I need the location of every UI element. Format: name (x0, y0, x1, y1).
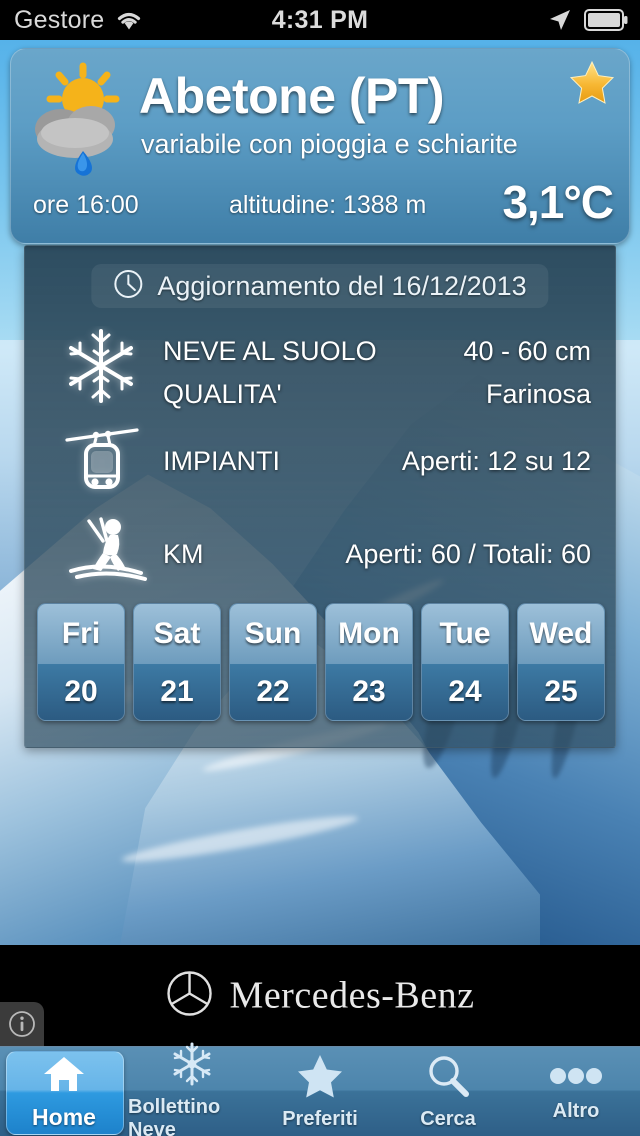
tab-label-bollettino-neve: Bollettino Neve (128, 1096, 221, 1136)
day-button[interactable]: Tue 24 (421, 603, 509, 721)
snowflake-icon (63, 326, 139, 411)
ad-info-button[interactable] (0, 1002, 44, 1046)
status-right (548, 8, 628, 32)
hour-label: ore 16:00 (33, 191, 139, 219)
tab-label-preferiti: Preferiti (282, 1107, 358, 1130)
day-button[interactable]: Sun 22 (229, 603, 317, 721)
star-icon (296, 1053, 344, 1104)
day-button[interactable]: Mon 23 (325, 603, 413, 721)
tab-bollettino-neve[interactable]: Bollettino Neve (128, 1042, 256, 1136)
stat-value-neve: 40 - 60 cm (463, 336, 591, 366)
snowflake-icon (169, 1041, 215, 1092)
status-bar: Gestore 4:31 PM (0, 0, 640, 40)
day-number: 22 (230, 664, 316, 720)
ad-brand-label: Mercedes-Benz (229, 974, 475, 1017)
stat-label-km: KM (163, 539, 204, 569)
tab-home[interactable]: Home (0, 1047, 128, 1136)
ad-logo: Mercedes-Benz (166, 969, 475, 1022)
stat-label-qualita: QUALITA' (163, 379, 282, 409)
page-title: Abetone (PT) (139, 68, 445, 124)
stat-label-neve: NEVE AL SUOLO (163, 336, 377, 366)
search-icon (425, 1053, 471, 1104)
mercedes-benz-star-icon (166, 969, 214, 1022)
app-screen: Gestore 4:31 PM Abetone (PT) variabile c… (0, 0, 640, 1136)
stat-label-impianti: IMPIANTI (163, 446, 281, 476)
day-number: 25 (518, 664, 604, 720)
day-name: Fri (38, 604, 124, 664)
clock-icon (113, 269, 143, 304)
location-arrow-icon (548, 8, 572, 32)
home-icon (41, 1053, 87, 1100)
stat-value-impianti: Aperti: 12 su 12 (401, 446, 591, 476)
tab-cerca[interactable]: Cerca (384, 1047, 512, 1136)
day-name: Sun (230, 604, 316, 664)
ellipsis-icon (548, 1061, 604, 1096)
day-name: Wed (518, 604, 604, 664)
update-badge: Aggiornamento del 16/12/2013 (91, 264, 549, 308)
location-header-card[interactable]: Abetone (PT) variabile con pioggia e sch… (10, 48, 630, 244)
day-number: 24 (422, 664, 508, 720)
day-number: 20 (38, 664, 124, 720)
ad-banner[interactable]: Mercedes-Benz (0, 945, 640, 1046)
tab-label-home: Home (32, 1103, 96, 1130)
day-name: Sat (134, 604, 220, 664)
day-name: Mon (326, 604, 412, 664)
update-text: Aggiornamento del 16/12/2013 (157, 270, 527, 301)
day-button[interactable]: Sat 21 (133, 603, 221, 721)
snow-report-panel: Aggiornamento del 16/12/2013 NEVE AL SUO… (24, 245, 616, 748)
day-button[interactable]: Fri 20 (37, 603, 125, 721)
favorite-star-icon[interactable] (569, 59, 615, 105)
altitude-label: altitudine: 1388 m (229, 191, 427, 219)
info-icon (9, 1011, 35, 1037)
temperature-value: 3,1°C (502, 176, 614, 228)
clock-label: 4:31 PM (271, 5, 369, 34)
stat-value-qualita: Farinosa (485, 379, 591, 409)
day-button[interactable]: Wed 25 (517, 603, 605, 721)
tab-label-cerca: Cerca (420, 1107, 476, 1130)
gondola-icon (63, 424, 141, 501)
day-number: 23 (326, 664, 412, 720)
header-info-row: ore 16:00 altitudine: 1388 m 3,1°C (11, 176, 629, 229)
tab-altro[interactable]: Altro (512, 1047, 640, 1136)
stat-value-km: Aperti: 60 / Totali: 60 (345, 539, 591, 569)
skier-icon (63, 511, 149, 586)
tab-label-altro: Altro (552, 1099, 600, 1122)
forecast-day-list: Fri 20 Sat 21 Sun 22 Mon 23 Tue 24 Wed 2… (37, 603, 605, 721)
weather-conditions-label: variabile con pioggia e schiarite (141, 129, 518, 159)
tab-bar: Home Bollettino Neve Preferiti Cerca Alt… (0, 1042, 640, 1136)
day-name: Tue (422, 604, 508, 664)
tab-preferiti[interactable]: Preferiti (256, 1047, 384, 1136)
battery-icon (584, 9, 628, 31)
sun-cloud-rain-icon (25, 59, 140, 179)
day-number: 21 (134, 664, 220, 720)
